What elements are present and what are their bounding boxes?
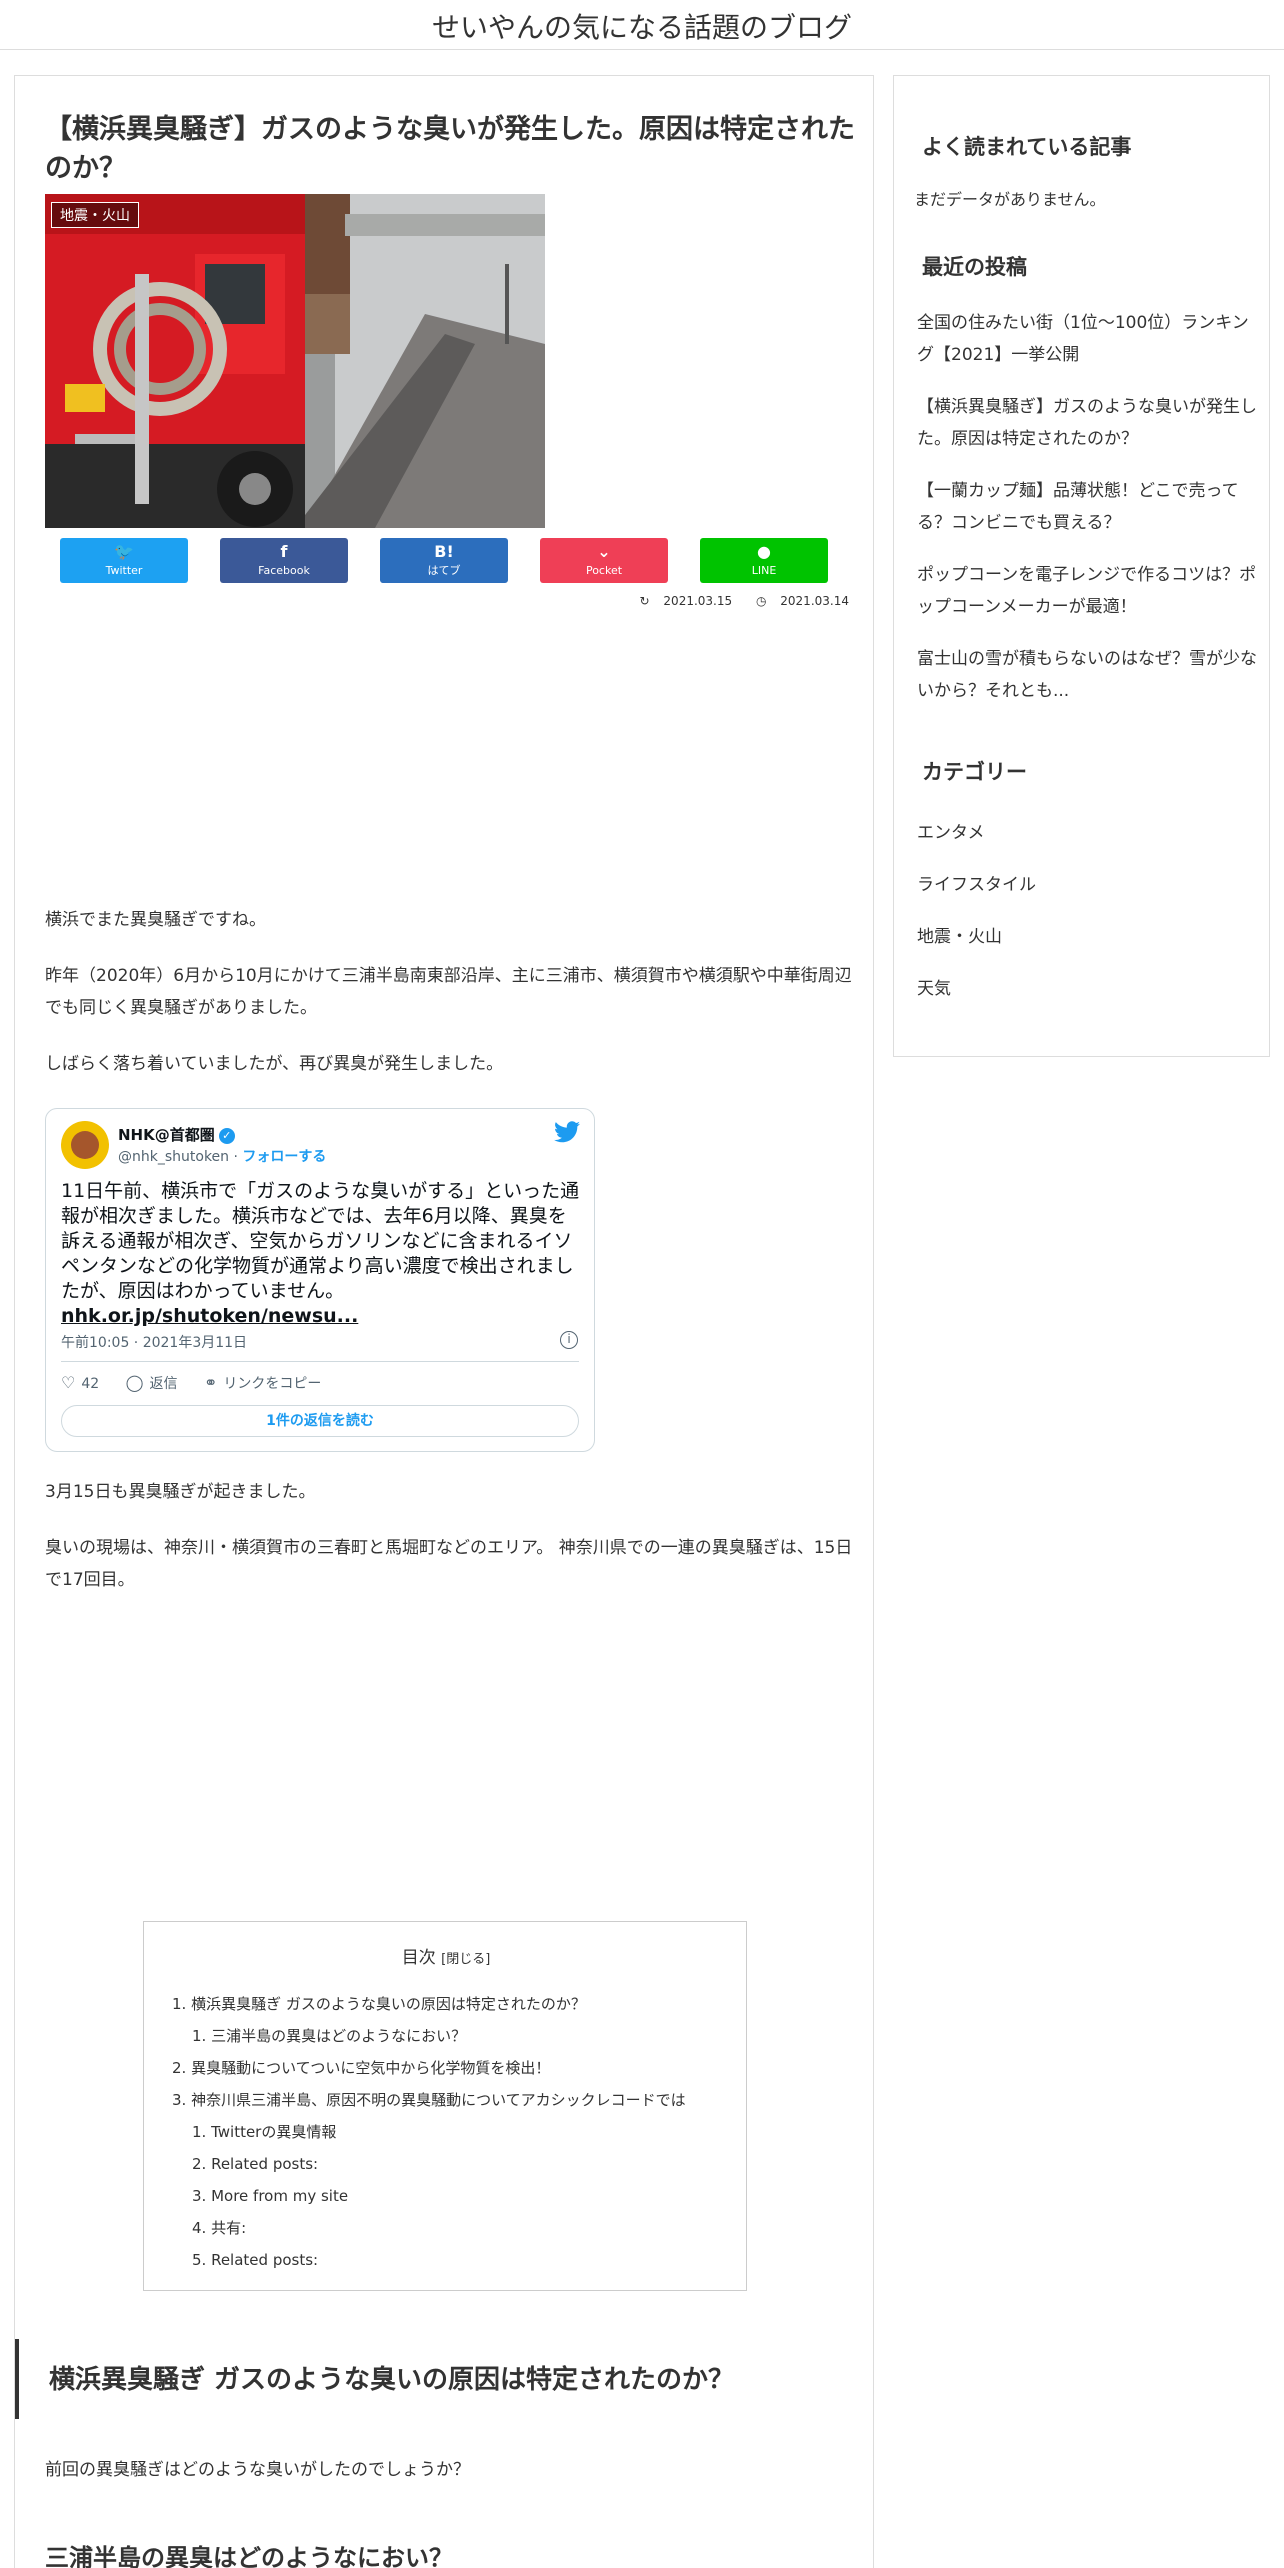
eyecatch-image: 地震・火山 [45,194,545,528]
read-replies-button[interactable]: 1件の返信を読む [61,1405,579,1437]
twitter-icon: 🐦 [114,542,134,561]
share-label: Twitter [105,564,143,577]
post-dates: ↻ 2021.03.15 ◷ 2021.03.14 [620,594,849,608]
toc-item[interactable]: 4. 共有: [192,2218,246,2238]
subsection-heading: 三浦半島の異臭はどのようなにおい？ [45,2544,453,2568]
recent-post-link[interactable]: 富士山の雪が積もらないのはなぜ？雪が少ないから？それとも... [917,643,1257,707]
line-icon: ● [757,542,771,561]
link-icon: ⚭ [203,1373,218,1392]
recent-post-link[interactable]: 全国の住みたい街（1位～100位）ランキング【2021】一挙公開 [917,307,1257,371]
tweet-handle-line: @nhk_shutoken · フォローする [118,1149,327,1165]
refresh-icon: ↻ [639,594,650,608]
main-content: 【横浜異臭騒ぎ】ガスのような臭いが発生した。原因は特定されたのか？ 地震・火山 [14,75,874,2568]
share-pocket-button[interactable]: ⌄ Pocket [540,538,668,583]
share-label: LINE [751,564,777,577]
published-date-text: 2021.03.14 [780,594,849,608]
toc-toggle-link[interactable]: [閉じる] [441,1952,490,1967]
updated-date-text: 2021.03.15 [663,594,733,608]
paragraph: 3月15日も異臭騒ぎが起きました。 [45,1482,316,1502]
pocket-icon: ⌄ [597,542,611,561]
like-count: 42 [81,1376,100,1392]
share-label: Facebook [258,564,310,577]
share-hatena-button[interactable]: B! はてブ [380,538,508,583]
paragraph: 臭いの現場は、神奈川・横須賀市の三春町と馬堀町などのエリア。 神奈川県での一連の… [45,1538,853,1590]
tweet-author[interactable]: NHK@首都圏 ✓ [118,1124,235,1145]
updated-date: ↻ 2021.03.15 [630,594,733,608]
share-facebook-button[interactable]: f Facebook [220,538,348,583]
share-label: Pocket [585,564,623,577]
paragraph: 横浜でまた異臭騒ぎですね。 [45,910,266,930]
copy-link-button[interactable]: ⚭ リンクをコピー [203,1373,322,1392]
verified-icon: ✓ [218,1127,235,1144]
popular-posts-empty: まだデータがありません。 [914,190,1106,209]
toc-title-text: 目次 [401,1948,436,1968]
share-twitter-button[interactable]: 🐦 Twitter [60,538,188,583]
toc-item[interactable]: 1. 横浜異臭騒ぎ ガスのような臭いの原因は特定されたのか？ [172,1994,586,2014]
category-link[interactable]: ライフスタイル [917,870,1036,895]
paragraph: 昨年（2020年）6月から10月にかけて三浦半島南東部沿岸、主に三浦市、横須賀市… [45,966,852,1018]
category-link[interactable]: 天気 [917,974,951,999]
tweet-actions: ♡ 42 ◯ 返信 ⚭ リンクをコピー [61,1373,343,1393]
paragraph: 前回の異臭騒ぎはどのような臭いがしたのでしょうか？ [45,2460,470,2480]
tweet-text: 11日午前、横浜市で「ガスのような臭いがする」といった通報が相次ぎました。横浜市… [61,1179,581,1329]
hatena-icon: B! [434,542,454,561]
tweet-link[interactable]: nhk.or.jp/shutoken/newsu... [61,1305,358,1327]
sidebar: よく読まれている記事 まだデータがありません。 最近の投稿 全国の住みたい街（1… [893,75,1270,1057]
section-heading-text: 横浜異臭騒ぎ ガスのような臭いの原因は特定されたのか？ [49,2365,735,2395]
like-button[interactable]: ♡ 42 [61,1373,100,1392]
share-line-button[interactable]: ● LINE [700,538,828,583]
tweet-time[interactable]: 午前10:05 · 2021年3月11日 [61,1332,247,1352]
category-link[interactable]: 地震・火山 [917,922,1002,947]
toc-item[interactable]: 1. 三浦半島の異臭はどのようなにおい？ [192,2026,466,2046]
category-label[interactable]: 地震・火山 [51,202,139,228]
tweet-body: 11日午前、横浜市で「ガスのような臭いがする」といった通報が相次ぎました。横浜市… [61,1180,580,1302]
toc-item[interactable]: 3. More from my site [192,2186,348,2206]
article-title: 【横浜異臭騒ぎ】ガスのような臭いが発生した。原因は特定されたのか？ [45,114,855,184]
category-heading: カテゴリー [922,760,1027,784]
recent-post-link[interactable]: 【横浜異臭騒ぎ】ガスのような臭いが発生した。原因は特定されたのか？ [917,391,1257,455]
copy-link-label: リンクをコピー [223,1376,322,1392]
tweet-author-name: NHK@首都圏 [118,1126,215,1144]
info-icon[interactable]: i [560,1331,578,1349]
recent-post-link[interactable]: 【一蘭カップ麺】品薄状態！どこで売ってる？コンビニでも買える？ [917,475,1257,539]
site-title[interactable]: せいやんの気になる話題のブログ [0,6,1284,46]
popular-posts-heading: よく読まれている記事 [922,135,1132,159]
embedded-tweet[interactable]: NHK@首都圏 ✓ @nhk_shutoken · フォローする 11日午前、横浜… [45,1108,595,1452]
clock-icon: ◷ [755,594,767,608]
paragraph: しばらく落ち着いていましたが、再び異臭が発生しました。 [45,1054,504,1074]
toc-item[interactable]: 2. 異臭騒動についてついに空気中から化学物質を検出！ [172,2058,550,2078]
divider [61,1361,579,1362]
reply-label: 返信 [149,1376,178,1392]
toc-item[interactable]: 1. Twitterの異臭情報 [192,2122,336,2142]
heart-icon: ♡ [61,1373,76,1392]
table-of-contents: 目次 [閉じる] 1. 横浜異臭騒ぎ ガスのような臭いの原因は特定されたのか？ … [143,1921,747,2291]
recent-posts-heading: 最近の投稿 [922,255,1027,279]
share-label: はてブ [427,564,461,577]
toc-item[interactable]: 2. Related posts: [192,2154,318,2174]
toc-item[interactable]: 5. Related posts: [192,2250,318,2270]
fire-truck-photo [45,194,545,528]
toc-title: 目次 [閉じる] [144,1943,748,1968]
avatar[interactable] [61,1121,109,1169]
site-header: せいやんの気になる話題のブログ [0,0,1284,50]
category-link[interactable]: エンタメ [917,818,985,843]
toc-item[interactable]: 3. 神奈川県三浦半島、原因不明の異臭騒動についてアカシックレコードでは [172,2090,686,2110]
section-heading: 横浜異臭騒ぎ ガスのような臭いの原因は特定されたのか？ [15,2339,875,2419]
published-date: ◷ 2021.03.14 [746,594,849,608]
reply-icon: ◯ [125,1373,144,1392]
recent-post-link[interactable]: ポップコーンを電子レンジで作るコツは？ポップコーンメーカーが最適！ [917,559,1257,623]
follow-button[interactable]: フォローする [242,1149,326,1165]
facebook-icon: f [280,542,288,561]
reply-button[interactable]: ◯ 返信 [125,1373,178,1392]
tweet-handle: @nhk_shutoken [118,1149,230,1165]
twitter-bird-icon[interactable] [554,1121,580,1143]
